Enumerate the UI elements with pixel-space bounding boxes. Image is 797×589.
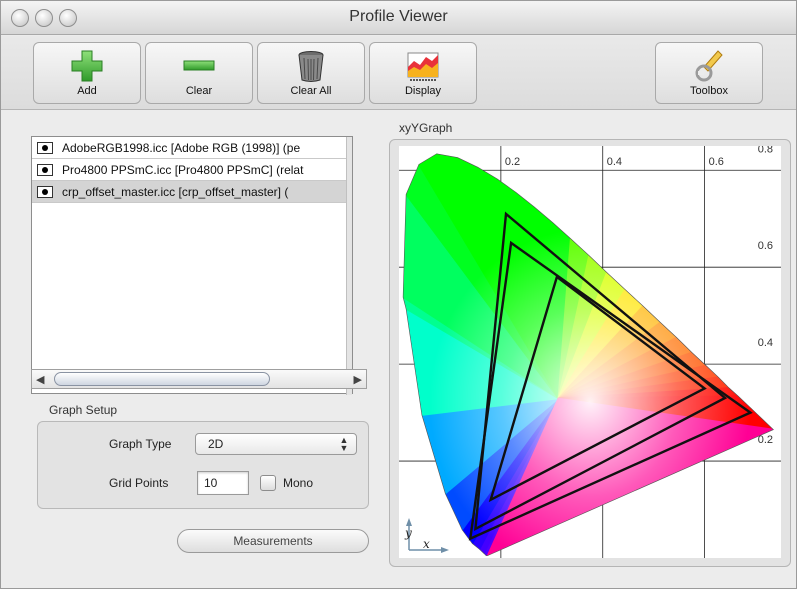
scroll-left-icon[interactable]: ◀ — [36, 373, 44, 386]
scroll-thumb[interactable] — [54, 372, 270, 386]
x-axis-letter: x — [423, 537, 430, 551]
clear-all-label: Clear All — [290, 85, 332, 97]
toolbar: Add Clear Clear All Display Toolbox — [1, 36, 796, 110]
toolbox-label: Toolbox — [690, 85, 728, 97]
plus-icon — [71, 50, 103, 82]
profile-list-item-selected[interactable]: crp_offset_master.icc [crp_offset_master… — [32, 181, 348, 203]
graph-type-value: 2D — [208, 437, 224, 451]
x-tick-label: 0.4 — [607, 156, 622, 168]
graph-type-select[interactable]: 2D ▲ ▼ — [195, 433, 357, 455]
toolbox-button[interactable]: Toolbox — [655, 42, 763, 104]
profile-list-item[interactable]: Pro4800 PPSmC.icc [Pro4800 PPSmC] (relat — [32, 159, 348, 181]
title-bar: Profile Viewer — [1, 1, 796, 35]
y-tick-label: 0.8 — [758, 146, 773, 155]
radio-icon[interactable] — [37, 142, 53, 154]
radio-icon[interactable] — [37, 186, 53, 198]
profile-viewer-window: Profile Viewer Add Clear Clear All Displ… — [0, 0, 797, 589]
profile-label: AdobeRGB1998.icc [Adobe RGB (1998)] (pe — [62, 141, 301, 155]
add-label: Add — [77, 85, 97, 97]
chart-icon — [407, 52, 439, 81]
horizontal-scrollbar[interactable]: ◀ ▶ — [31, 369, 367, 389]
mono-label: Mono — [283, 476, 314, 490]
profile-list[interactable]: AdobeRGB1998.icc [Adobe RGB (1998)] (pe … — [31, 136, 353, 395]
profile-label: crp_offset_master.icc [crp_offset_master… — [62, 185, 289, 199]
clear-label: Clear — [185, 85, 213, 97]
clear-all-button[interactable]: Clear All — [257, 42, 365, 104]
graph-setup-title: Graph Setup — [49, 403, 118, 417]
profile-list-item[interactable]: AdobeRGB1998.icc [Adobe RGB (1998)] (pe — [32, 137, 348, 159]
window-title: Profile Viewer — [349, 8, 448, 25]
grid-points-field[interactable]: 10 — [197, 471, 249, 495]
y-axis-letter: y — [404, 526, 412, 540]
grid-points-value: 10 — [204, 476, 218, 490]
xy-chromaticity-plot: 0.2 0.4 0.6 0.8 0.6 0.4 0.2 yx — [399, 146, 781, 558]
grid-points-label: Grid Points — [109, 476, 169, 490]
display-label: Display — [404, 85, 442, 97]
y-tick-label: 0.4 — [758, 337, 773, 349]
mono-checkbox[interactable] — [260, 475, 276, 491]
scroll-right-icon[interactable]: ▶ — [354, 373, 362, 386]
trash-icon — [298, 51, 324, 82]
radio-icon[interactable] — [37, 164, 53, 176]
graph-title: xyYGraph — [399, 121, 453, 135]
display-button[interactable]: Display — [369, 42, 477, 104]
measurements-button[interactable]: Measurements — [177, 529, 369, 553]
wrench-icon — [695, 50, 723, 82]
x-tick-label: 0.2 — [505, 156, 520, 168]
y-tick-label: 0.6 — [758, 240, 773, 252]
clear-button[interactable]: Clear — [145, 42, 253, 104]
profile-label: Pro4800 PPSmC.icc [Pro4800 PPSmC] (relat — [62, 163, 304, 177]
y-tick-label: 0.2 — [758, 434, 773, 446]
add-button[interactable]: Add — [33, 42, 141, 104]
graph-type-label: Graph Type — [109, 437, 172, 451]
minus-icon — [183, 60, 215, 71]
x-tick-label: 0.6 — [709, 156, 724, 168]
updown-arrows-icon: ▲ ▼ — [339, 435, 349, 453]
vertical-scrollbar[interactable] — [346, 137, 352, 395]
